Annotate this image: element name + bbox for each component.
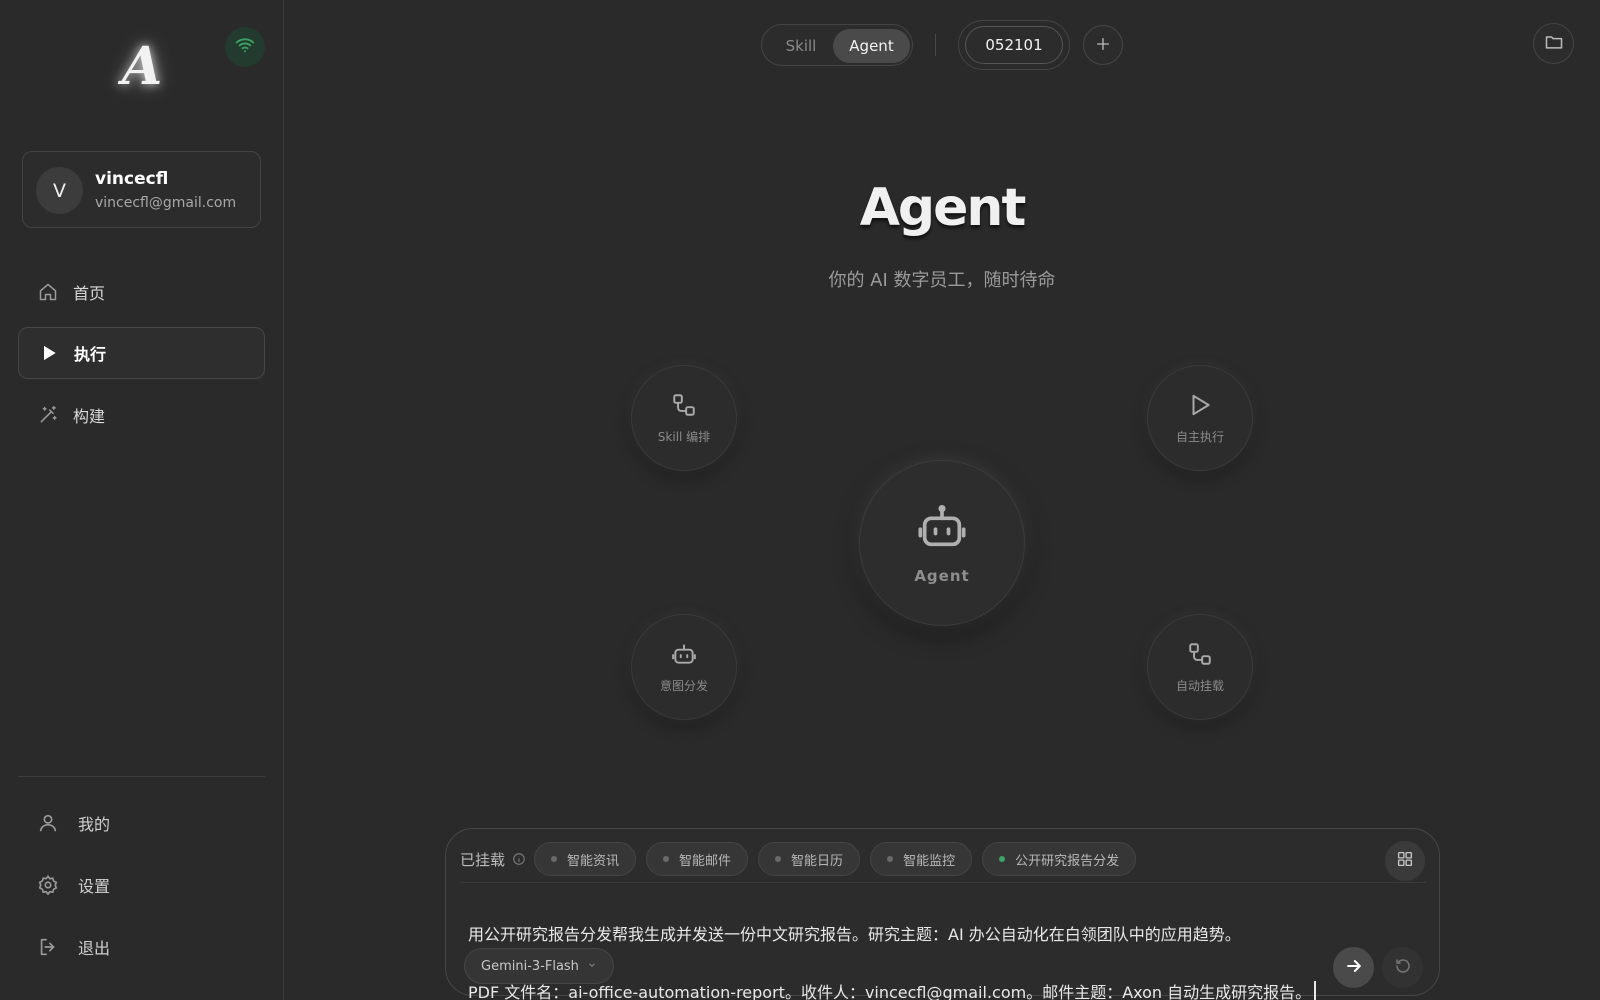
connection-status-button[interactable]: [225, 27, 265, 67]
chip-label: 智能监控: [903, 853, 956, 869]
session-id-tab[interactable]: 052101: [965, 26, 1063, 64]
avatar: V: [36, 167, 83, 214]
new-session-button[interactable]: [1083, 25, 1123, 65]
arrow-right-icon: [1344, 956, 1364, 980]
composer-divider: [460, 882, 1426, 883]
mode-option-agent[interactable]: Agent: [833, 29, 910, 63]
node-autonomous-execution[interactable]: 自主执行: [1147, 365, 1253, 471]
chip-label: 智能邮件: [679, 853, 732, 869]
chevron-down-icon: [587, 960, 597, 973]
reset-button[interactable]: [1382, 947, 1423, 988]
node-label: 自主执行: [1175, 429, 1224, 444]
play-icon: [38, 342, 60, 364]
skill-chip[interactable]: 智能资讯: [534, 842, 637, 876]
skill-flow-icon: [671, 392, 697, 422]
mounted-skills-row: 已挂载 智能资讯 智能邮件 智能日历 智能监控 公开研究报告分发: [460, 841, 1425, 881]
nav-label-home: 首页: [73, 284, 106, 303]
chat-composer: 已挂载 智能资讯 智能邮件 智能日历 智能监控 公开研究报告分发 用公开研究报告…: [445, 828, 1440, 1000]
session-tab: 052101: [958, 20, 1070, 70]
nav-item-logout[interactable]: 退出: [36, 932, 110, 962]
skill-chip[interactable]: 智能邮件: [646, 842, 749, 876]
status-dot-active: [999, 856, 1006, 862]
nav-item-home[interactable]: 首页: [18, 266, 265, 318]
prompt-input[interactable]: 用公开研究报告分发帮我生成并发送一份中文研究报告。研究主题：AI 办公自动化在白…: [468, 891, 1388, 1000]
topbar-divider: [935, 34, 936, 56]
status-dot: [551, 856, 558, 862]
nav-item-profile[interactable]: 我的: [36, 808, 110, 838]
gear-icon: [36, 873, 60, 897]
chip-label: 公开研究报告分发: [1015, 853, 1120, 869]
home-icon: [37, 281, 59, 303]
nav-label-logout: 退出: [78, 939, 111, 958]
node-label: 自动挂载: [1175, 678, 1224, 693]
page-title: Agent: [859, 178, 1027, 238]
info-icon[interactable]: [511, 852, 526, 867]
mounted-label: 已挂载: [460, 850, 506, 869]
status-dot: [663, 856, 670, 862]
prompt-line-last: PDF 文件名：ai-office-automation-report。收件人：…: [468, 978, 1388, 1000]
plus-icon: [1095, 33, 1111, 58]
refresh-icon: [1394, 957, 1412, 979]
node-label: Skill 编排: [657, 429, 711, 444]
nav-label-settings: 设置: [78, 877, 111, 896]
nav-label-profile: 我的: [78, 815, 111, 834]
node-skill-orchestration[interactable]: Skill 编排: [631, 365, 737, 471]
mode-switch: Skill Agent: [761, 24, 913, 66]
wifi-icon: [235, 35, 255, 59]
chip-label: 智能日历: [791, 853, 844, 869]
folder-icon: [1544, 32, 1564, 56]
send-button[interactable]: [1333, 947, 1374, 988]
play-outline-icon: [1187, 392, 1213, 422]
app-root: A V vincecfl vincecfl@gmail.com 首页 执行 构建…: [0, 0, 1600, 1000]
agent-center-node[interactable]: Agent: [859, 460, 1025, 626]
node-auto-mount[interactable]: 自动挂载: [1147, 614, 1253, 720]
nav-item-settings[interactable]: 设置: [36, 870, 110, 900]
robot-icon: [916, 501, 968, 557]
model-select[interactable]: Gemini-3-Flash: [464, 948, 614, 984]
nav-label-execute: 执行: [74, 345, 107, 364]
user-name: vincecfl: [95, 169, 169, 189]
skill-chip[interactable]: 智能监控: [870, 842, 973, 876]
magic-wand-icon: [37, 404, 59, 426]
skill-grid-button[interactable]: [1385, 841, 1425, 881]
center-node-label: Agent: [914, 567, 970, 585]
app-logo[interactable]: A: [112, 36, 172, 97]
prompt-line: PDF 文件名：ai-office-automation-report。收件人：…: [468, 983, 1312, 1000]
logout-icon: [36, 935, 60, 959]
nav-item-build[interactable]: 构建: [18, 389, 265, 441]
user-icon: [36, 811, 60, 835]
status-dot: [775, 856, 782, 862]
user-email: vincecfl@gmail.com: [95, 195, 237, 211]
user-card[interactable]: V vincecfl vincecfl@gmail.com: [22, 151, 261, 228]
sidebar: A V vincecfl vincecfl@gmail.com 首页 执行 构建…: [0, 0, 284, 1000]
prompt-line: 用公开研究报告分发帮我生成并发送一份中文研究报告。研究主题：AI 办公自动化在白…: [468, 925, 1241, 944]
skill-chip[interactable]: 智能日历: [758, 842, 861, 876]
robot-icon: [671, 641, 697, 671]
nav-label-build: 构建: [73, 407, 106, 426]
status-dot: [887, 856, 894, 862]
sidebar-divider: [18, 776, 265, 777]
mode-option-skill[interactable]: Skill: [770, 29, 832, 63]
skill-chip-active[interactable]: 公开研究报告分发: [982, 842, 1137, 876]
grid-icon: [1396, 850, 1414, 872]
nav-item-execute[interactable]: 执行: [18, 327, 265, 379]
node-label: 意图分发: [659, 678, 708, 693]
text-caret: [1314, 981, 1317, 1000]
node-intent-dispatch[interactable]: 意图分发: [631, 614, 737, 720]
model-label: Gemini-3-Flash: [481, 958, 579, 974]
skill-flow-icon: [1187, 641, 1213, 671]
chip-label: 智能资讯: [567, 853, 620, 869]
page-subtitle: 你的 AI 数字员工，随时待命: [828, 270, 1056, 291]
folder-button[interactable]: [1533, 23, 1574, 64]
